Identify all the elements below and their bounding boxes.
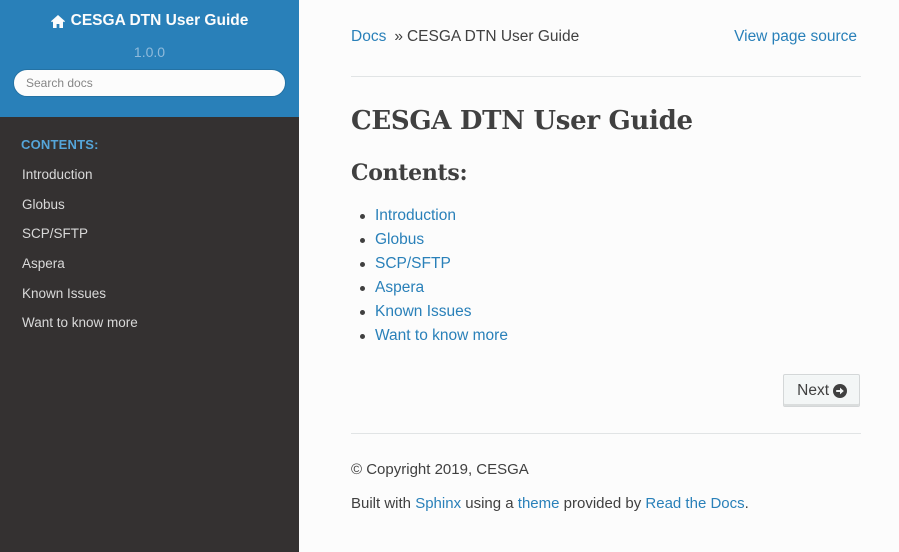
read-the-docs-link[interactable]: Read the Docs [645,495,744,512]
sidebar-item-scp-sftp[interactable]: SCP/SFTP [0,219,299,249]
next-button[interactable]: Next [783,374,860,407]
sidebar: CESGA DTN User Guide 1.0.0 CONTENTS: Int… [0,0,299,552]
project-home-link[interactable]: CESGA DTN User Guide [50,12,249,30]
sphinx-link[interactable]: Sphinx [415,495,461,512]
toc-item: SCP/SFTP [360,252,861,276]
search-form [0,68,299,97]
toc-item: Known Issues [360,300,861,324]
sidebar-item-introduction[interactable]: Introduction [0,160,299,190]
toc-item: Want to know more [360,324,861,348]
bullet-icon [360,213,365,219]
breadcrumb-separator: » [394,28,403,45]
content-inner: Docs» CESGA DTN User Guide View page sour… [351,0,861,513]
breadcrumb: Docs » CESGA DTN User Guide View page sour… [351,0,861,77]
bullet-icon [360,261,365,267]
sidebar-nav: Introduction Globus SCP/SFTP Aspera Know… [0,160,299,338]
next-button-label: Next [797,381,829,399]
page-title: CESGA DTN User Guide [351,106,693,136]
sidebar-header: CESGA DTN User Guide 1.0.0 [0,0,299,117]
sidebar-item-globus[interactable]: Globus [0,190,299,220]
view-page-source-link[interactable]: View page source [734,28,857,46]
arrow-circle-right-icon [833,383,847,398]
contents-heading: Contents: [351,160,468,186]
home-icon [50,14,65,28]
breadcrumb-trail: Docs » CESGA DTN User Guide [351,28,579,46]
toc-item: Globus [360,228,861,252]
sidebar-item-want-to-know-more[interactable]: Want to know more [0,308,299,338]
toc-caption: CONTENTS: [21,137,99,152]
built-prefix: Built with [351,495,412,512]
bullet-icon [360,237,365,243]
main-content: Docs» CESGA DTN User Guide View page sour… [299,0,899,552]
breadcrumb-docs-link[interactable]: Docs [351,28,386,45]
page: CESGA DTN User Guide 1.0.0 CONTENTS: Int… [0,0,899,552]
bullet-icon [360,285,365,291]
toc-link-scp-sftp[interactable]: SCP/SFTP [375,255,451,273]
search-input[interactable] [13,68,286,97]
toc-item: Aspera [360,276,861,300]
built-middle: using a [465,495,514,512]
built-with-text: Built with Sphinx using a theme provided… [351,495,861,513]
toc-item: Introduction [360,204,861,228]
sidebar-item-aspera[interactable]: Aspera [0,249,299,279]
built-provided: provided by [563,495,642,512]
theme-link[interactable]: theme [518,495,560,512]
version-label: 1.0.0 [133,43,166,60]
copyright-text: © Copyright 2019, CESGA [351,461,529,478]
toc-link-aspera[interactable]: Aspera [375,279,424,297]
toc-link-introduction[interactable]: Introduction [375,207,456,225]
toc-list: Introduction Globus SCP/SFTP Aspera Know… [351,204,861,348]
project-title: CESGA DTN User Guide [70,12,249,29]
footer-navigation: Next [351,374,861,434]
built-suffix: . [744,495,749,512]
toc-link-known-issues[interactable]: Known Issues [375,303,472,321]
sidebar-item-known-issues[interactable]: Known Issues [0,279,299,309]
toc-link-globus[interactable]: Globus [375,231,424,249]
bullet-icon [360,333,365,339]
bullet-icon [360,309,365,315]
toc-link-want-to-know-more[interactable]: Want to know more [375,327,508,345]
breadcrumb-current: CESGA DTN User Guide [406,28,580,45]
